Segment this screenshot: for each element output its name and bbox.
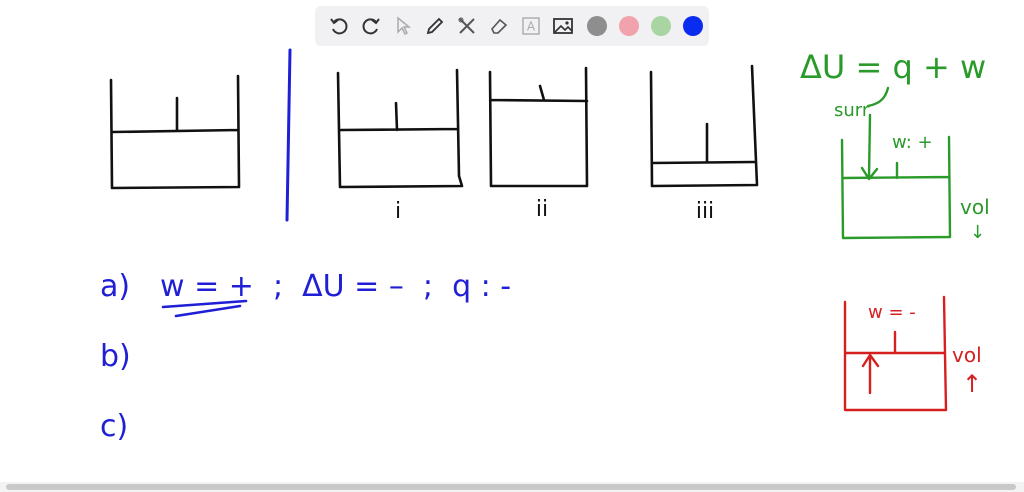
answer-b-label: b) [100,339,131,374]
piston-i [336,68,464,189]
divider-line [285,48,292,222]
whiteboard-canvas[interactable]: i ii iii ΔU = q + w surr w: + vol ↓ w = … [0,0,1024,482]
reference-piston [109,74,241,190]
green-vol: vol [960,195,990,219]
red-work: w = - [868,302,916,323]
piston-ii [488,66,589,188]
red-note: w = - vol ↑ [843,295,982,412]
piston-diagrams [109,64,759,190]
answer-c-label: c) [100,409,128,444]
green-curl [866,86,890,108]
green-work: w: + [892,132,933,153]
answer-a-text: w = + ; ΔU = – ; q : - [160,269,511,304]
scrollbar-thumb[interactable] [6,484,1016,490]
green-equation: ΔU = q + w [800,48,986,86]
label-ii: ii [536,197,548,222]
green-vol-arrow: ↓ [970,222,985,243]
horizontal-scrollbar[interactable] [0,482,1024,492]
label-iii: iii [696,199,714,224]
red-up-arrow [861,353,880,395]
label-i: i [395,199,401,224]
green-down-arrow [860,113,879,181]
green-note: ΔU = q + w surr w: + vol ↓ [800,48,990,243]
piston-iii [649,64,759,188]
red-vol: vol [952,343,982,367]
answer-a-label: a) [100,269,130,304]
red-vol-arrow: ↑ [962,370,982,398]
answers: a) w = + ; ΔU = – ; q : - b) c) [100,269,511,444]
green-surr: surr [834,100,870,121]
